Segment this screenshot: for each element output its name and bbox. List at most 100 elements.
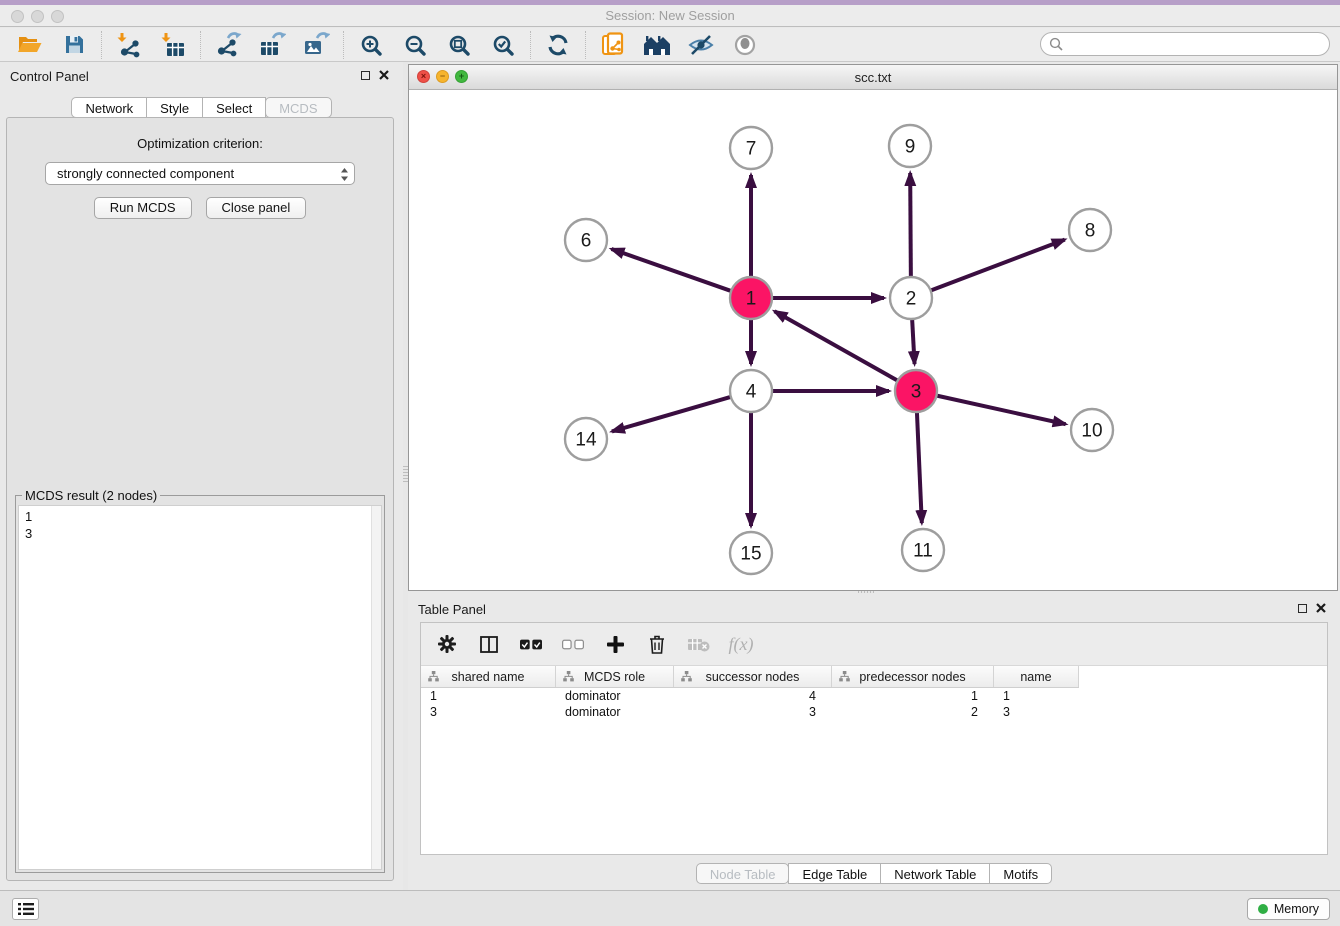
- edge-1-6[interactable]: [611, 249, 733, 292]
- tab-motifs[interactable]: Motifs: [989, 863, 1052, 884]
- edge-2-3[interactable]: [912, 317, 915, 364]
- mcds-result-group: MCDS result (2 nodes) 1 3: [15, 488, 385, 873]
- network-canvas[interactable]: 1234678910111415: [409, 90, 1337, 590]
- result-scrollbar[interactable]: [371, 506, 381, 869]
- export-image-button[interactable]: [294, 29, 338, 61]
- table-cell: 3: [994, 705, 1079, 719]
- node-label-14: 14: [575, 430, 597, 451]
- toolbar-separator: [343, 31, 344, 59]
- network-window-title: scc.txt: [409, 70, 1337, 85]
- node-label-2: 2: [906, 289, 917, 310]
- node-label-4: 4: [746, 382, 757, 403]
- toolbar-separator: [585, 31, 586, 59]
- close-panel-button[interactable]: Close panel: [206, 197, 307, 219]
- table-header-row: shared name MCDS role successor nodes pr…: [421, 666, 1079, 688]
- houses-icon: [643, 34, 671, 56]
- deselect-all-button[interactable]: [562, 630, 584, 658]
- mcds-result-text: 1 3: [19, 506, 370, 869]
- zoom-fit-icon: [448, 34, 470, 56]
- control-panel-header: Control Panel: [0, 62, 403, 88]
- edge-3-10[interactable]: [935, 395, 1066, 424]
- edge-2-9[interactable]: [910, 173, 911, 279]
- delete-column-button[interactable]: [646, 630, 668, 658]
- search-field[interactable]: [1040, 32, 1330, 56]
- zoom-out-button[interactable]: [393, 29, 437, 61]
- toolbar-separator: [101, 31, 102, 59]
- show-columns-button[interactable]: [478, 630, 500, 658]
- criterion-select[interactable]: strongly connected component: [45, 162, 355, 185]
- show-all-button[interactable]: [723, 29, 767, 61]
- table-row[interactable]: 3dominator323: [421, 704, 1327, 720]
- edge-4-14[interactable]: [612, 396, 733, 431]
- save-session-button[interactable]: [52, 29, 96, 61]
- mcds-panel: Optimization criterion: strongly connect…: [6, 117, 394, 881]
- edge-2-8[interactable]: [929, 240, 1065, 292]
- select-all-button[interactable]: [520, 630, 542, 658]
- zoom-selected-button[interactable]: [481, 29, 525, 61]
- close-panel-icon[interactable]: [378, 69, 390, 81]
- export-network-button[interactable]: [206, 29, 250, 61]
- import-table-button[interactable]: [151, 29, 195, 61]
- edge-3-1[interactable]: [775, 311, 900, 381]
- hide-selected-button[interactable]: [679, 29, 723, 61]
- clone-network-button[interactable]: [591, 29, 635, 61]
- column-header-name[interactable]: name: [994, 666, 1079, 687]
- toolbar-separator: [530, 31, 531, 59]
- node-label-6: 6: [581, 231, 592, 252]
- checked-boxes-icon: [520, 639, 542, 650]
- export-table-icon: [259, 32, 286, 58]
- table-panel-title: Table Panel: [418, 602, 486, 617]
- column-header-predecessor-nodes[interactable]: predecessor nodes: [832, 666, 994, 687]
- float-panel-button[interactable]: [361, 71, 370, 80]
- close-table-panel-icon[interactable]: [1315, 602, 1327, 614]
- column-header-shared-name[interactable]: shared name: [421, 666, 556, 687]
- eye-icon: [733, 33, 757, 57]
- refresh-button[interactable]: [536, 29, 580, 61]
- zoom-in-button[interactable]: [349, 29, 393, 61]
- table-panel-content: f(x) shared name MCDS role successor nod…: [420, 622, 1328, 855]
- tab-select[interactable]: Select: [202, 97, 266, 118]
- hierarchy-icon: [428, 671, 439, 682]
- open-file-button[interactable]: [8, 29, 52, 61]
- run-mcds-button[interactable]: Run MCDS: [94, 197, 192, 219]
- network-window-titlebar[interactable]: × − + scc.txt: [409, 65, 1337, 90]
- memory-button[interactable]: Memory: [1247, 898, 1330, 920]
- network-canvas-container: 1234678910111415: [409, 90, 1337, 590]
- network-view-window: × − + scc.txt 1234678910111415: [408, 64, 1338, 591]
- open-folder-icon: [18, 35, 42, 54]
- window-title: Session: New Session: [0, 8, 1340, 23]
- first-neighbors-button[interactable]: [635, 29, 679, 61]
- hierarchy-icon: [681, 671, 692, 682]
- column-header-successor-nodes[interactable]: successor nodes: [674, 666, 832, 687]
- table-panel: Table Panel f(x) shared name MCDS role s…: [408, 595, 1340, 890]
- tab-edge-table[interactable]: Edge Table: [788, 863, 881, 884]
- export-table-button[interactable]: [250, 29, 294, 61]
- table-row[interactable]: 1dominator411: [421, 688, 1327, 704]
- table-settings-button[interactable]: [436, 630, 458, 658]
- zoom-selected-icon: [492, 34, 514, 56]
- control-panel: Control Panel Network Style Select MCDS …: [0, 62, 403, 890]
- mcds-result-area[interactable]: 1 3: [18, 505, 382, 870]
- table-cell: 3: [674, 705, 832, 719]
- column-header-mcds-role[interactable]: MCDS role: [556, 666, 674, 687]
- zoom-in-icon: [360, 34, 382, 56]
- zoom-fit-button[interactable]: [437, 29, 481, 61]
- tab-style[interactable]: Style: [146, 97, 203, 118]
- edge-3-11[interactable]: [917, 410, 922, 523]
- plus-icon: [607, 636, 624, 653]
- tab-network[interactable]: Network: [71, 97, 147, 118]
- task-history-button[interactable]: [12, 898, 39, 920]
- export-image-icon: [303, 32, 330, 58]
- float-table-panel-button[interactable]: [1298, 604, 1307, 613]
- import-network-button[interactable]: [107, 29, 151, 61]
- tab-mcds[interactable]: MCDS: [265, 97, 331, 118]
- window-top-accent: [0, 0, 1340, 5]
- tab-node-table[interactable]: Node Table: [696, 863, 790, 884]
- tab-network-table[interactable]: Network Table: [880, 863, 990, 884]
- eye-slash-icon: [688, 33, 714, 57]
- function-builder-button: f(x): [730, 630, 752, 658]
- search-input[interactable]: [1068, 37, 1318, 52]
- control-panel-tabs: Network Style Select MCDS: [0, 97, 403, 118]
- export-network-icon: [215, 32, 242, 58]
- add-column-button[interactable]: [604, 630, 626, 658]
